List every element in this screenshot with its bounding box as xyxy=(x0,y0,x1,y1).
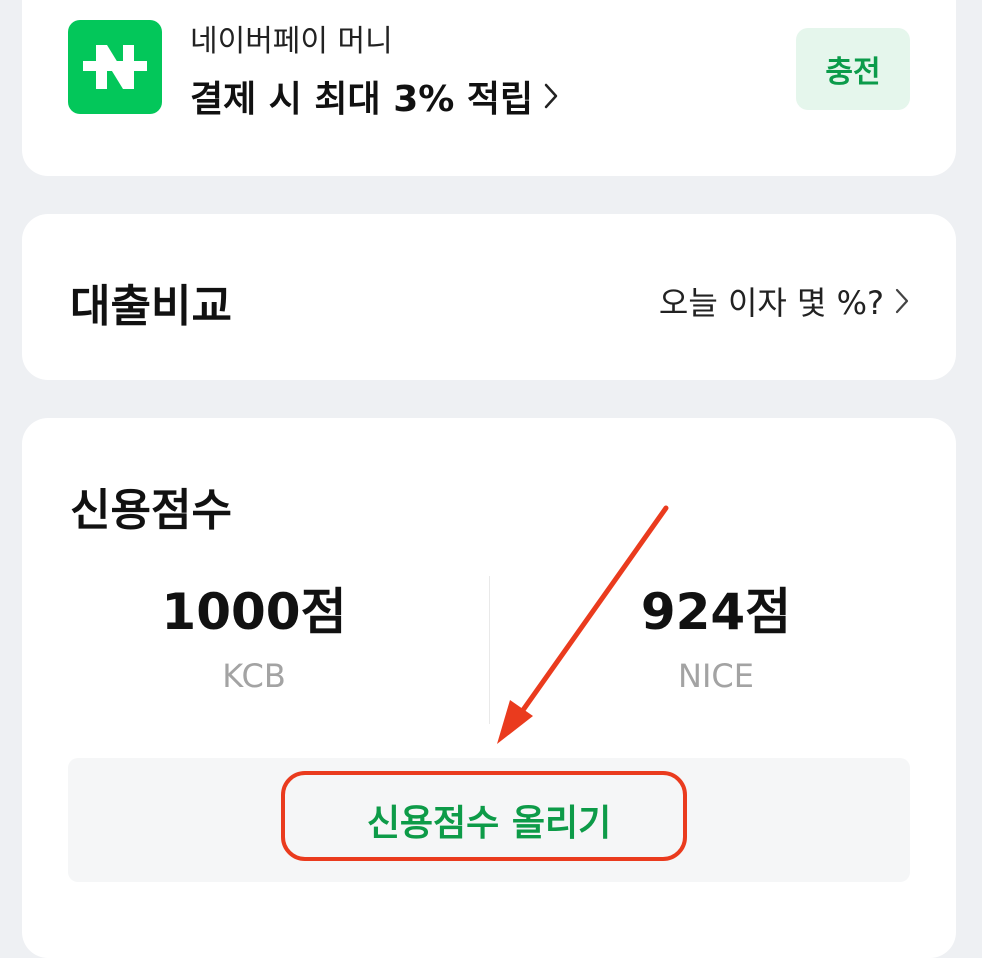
annotation-arrow-icon xyxy=(497,505,669,744)
